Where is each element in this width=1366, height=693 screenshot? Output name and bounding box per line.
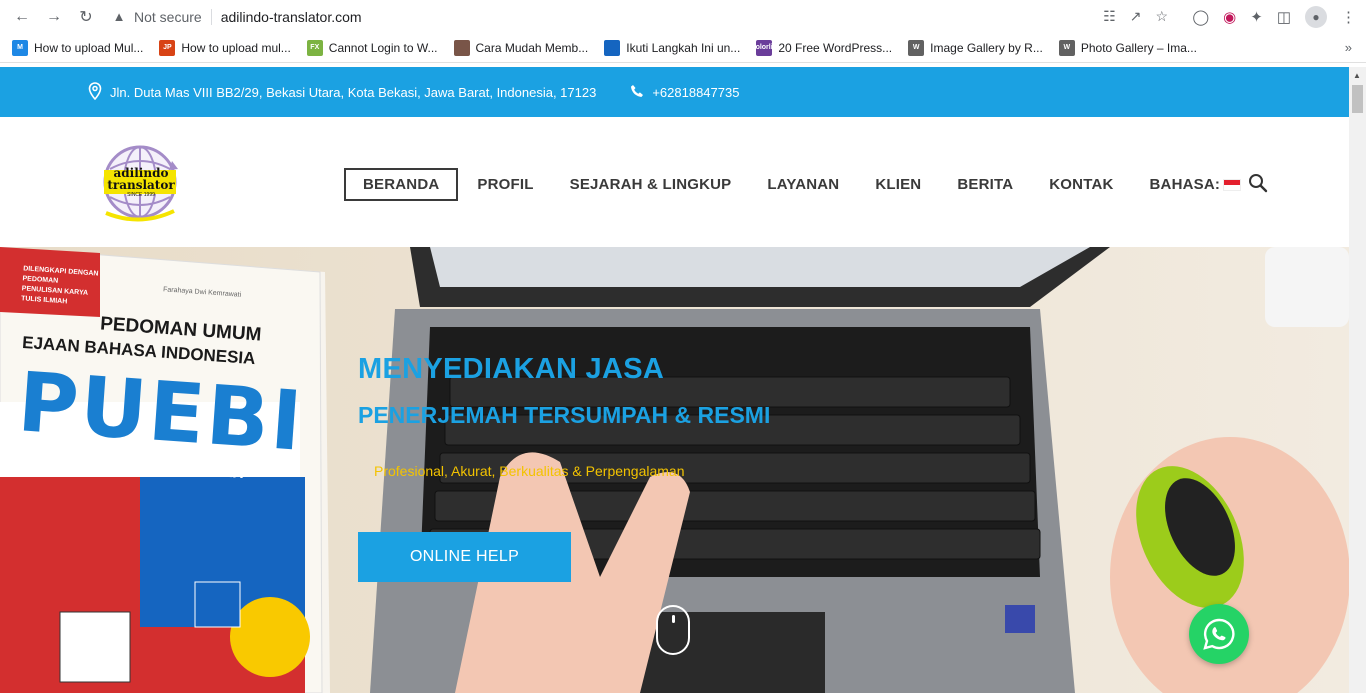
hero-tagline: Profesional, Akurat, Berkualitas & Perpe… (374, 463, 685, 479)
bookmark-label: Photo Gallery – Ima... (1080, 40, 1197, 55)
bookmarks-overflow-icon[interactable]: » (1345, 40, 1352, 55)
bookmark-item[interactable]: JP How to upload mul... (159, 39, 291, 56)
side-panel-icon[interactable]: ◫ (1277, 8, 1291, 26)
divider (210, 8, 212, 25)
indonesia-flag-icon (1223, 179, 1242, 192)
site-header: adilindo translator SINCE 1999 BERANDA P… (0, 117, 1349, 247)
globe-extension-icon[interactable]: ◯ (1192, 8, 1209, 26)
wordpress-favicon-icon: W (908, 39, 925, 56)
bookmark-label: Image Gallery by R... (930, 40, 1043, 55)
book-badge: DILENGKAPI DENGAN PEDOMAN PENULISAN KARY… (20, 265, 99, 306)
main-navigation: BERANDA PROFIL SEJARAH & LINGKUP LAYANAN… (344, 168, 1260, 201)
reload-icon[interactable]: ↻ (70, 1, 102, 33)
color-extension-icon[interactable]: ◉ (1223, 8, 1236, 26)
menu-kebab-icon[interactable]: ⋮ (1341, 8, 1356, 26)
contact-topbar: Jln. Duta Mas VIII BB2/29, Bekasi Utara,… (0, 67, 1349, 117)
share-icon[interactable]: ↗ (1130, 8, 1142, 25)
whatsapp-button[interactable] (1189, 604, 1249, 664)
nav-item-beranda[interactable]: BERANDA (344, 168, 459, 201)
bookmark-item[interactable]: FX Cannot Login to W... (306, 39, 438, 56)
phone-item[interactable]: +62818847735 (630, 84, 739, 101)
logo-text-translator: translator (107, 178, 175, 192)
location-pin-icon (88, 81, 102, 103)
nav-item-profil[interactable]: PROFIL (460, 170, 550, 199)
nav-item-layanan[interactable]: LAYANAN (750, 170, 856, 199)
page-viewport: Jln. Duta Mas VIII BB2/29, Bekasi Utara,… (0, 67, 1349, 693)
colorlib-favicon-icon: colorlib (752, 39, 777, 56)
bookmarks-bar: M How to upload Mul... JP How to upload mul… (0, 33, 1366, 63)
logo-text-since: SINCE 1999 (127, 192, 155, 198)
nav-item-bahasa[interactable]: BAHASA: (1133, 170, 1259, 199)
whatsapp-icon (1203, 618, 1235, 650)
nav-item-berita[interactable]: BERITA (940, 170, 1030, 199)
phone-text[interactable]: +62818847735 (652, 85, 739, 100)
fx-favicon-icon: FX (306, 39, 323, 56)
url-text[interactable]: adilindo-translator.com (221, 9, 362, 25)
scroll-thumb[interactable] (1352, 85, 1363, 113)
profile-avatar-icon[interactable]: ● (1305, 5, 1327, 28)
online-help-button[interactable]: ONLINE HELP (358, 532, 571, 582)
bookmark-label: 20 Free WordPress... (778, 40, 893, 55)
nav-item-klien[interactable]: KLIEN (858, 170, 938, 199)
security-status[interactable]: Not secure (134, 9, 202, 25)
address-item: Jln. Duta Mas VIII BB2/29, Bekasi Utara,… (88, 81, 597, 103)
scroll-down-mouse-icon[interactable] (656, 605, 690, 655)
bookmark-label: How to upload Mul... (34, 40, 144, 55)
warning-icon[interactable]: ▲ (108, 9, 130, 24)
hero-subtitle: PENERJEMAH TERSUMPAH & RESMI (358, 402, 771, 428)
bookmark-item[interactable]: W Image Gallery by R... (908, 39, 1043, 56)
hero-slider: MENYEDIAKAN JASA PENERJEMAH TERSUMPAH & … (0, 247, 1349, 693)
bookmark-item[interactable]: Cara Mudah Memb... (453, 39, 589, 56)
extensions-puzzle-icon[interactable]: ✦ (1250, 8, 1263, 26)
bookmark-item[interactable]: Ikuti Langkah Ini un... (604, 39, 741, 56)
bookmark-item[interactable]: colorlib 20 Free WordPress... (752, 39, 893, 56)
hero-title: MENYEDIAKAN JASA (358, 353, 665, 385)
m-favicon-icon: M (12, 39, 28, 56)
bookmark-label: Ikuti Langkah Ini un... (626, 40, 741, 55)
bookmark-label: Cannot Login to W... (328, 40, 438, 55)
phone-icon (630, 84, 644, 101)
page-scrollbar[interactable]: ▲ (1349, 67, 1366, 693)
wordpress-favicon-icon: W (1058, 39, 1075, 56)
address-text: Jln. Duta Mas VIII BB2/29, Bekasi Utara,… (110, 84, 597, 100)
bookmark-label: Cara Mudah Memb... (475, 40, 589, 55)
site-logo[interactable]: adilindo translator SINCE 1999 (102, 139, 180, 225)
bookmark-item[interactable]: W Photo Gallery – Ima... (1058, 39, 1197, 56)
back-icon[interactable]: ← (6, 1, 38, 33)
nav-item-kontak[interactable]: KONTAK (1032, 170, 1130, 199)
search-icon[interactable] (1248, 173, 1268, 193)
bookmark-star-icon[interactable]: ☆ (1155, 8, 1168, 25)
translate-icon[interactable]: ☷ (1103, 8, 1116, 25)
person-favicon-icon (453, 39, 470, 56)
browser-toolbar: ← → ↻ ▲ Not secure adilindo-translator.c… (0, 0, 1366, 33)
bahasa-label: BAHASA: (1149, 176, 1221, 193)
bookmark-label: How to upload mul... (181, 40, 291, 55)
chart-favicon-icon (604, 39, 621, 56)
address-bar[interactable]: ▲ Not secure adilindo-translator.com ☷ ↗… (108, 4, 1168, 29)
jp-favicon-icon: JP (159, 39, 176, 56)
forward-icon[interactable]: → (38, 1, 70, 33)
nav-item-sejarah-lingkup[interactable]: SEJARAH & LINGKUP (553, 170, 749, 199)
bookmark-item[interactable]: M How to upload Mul... (12, 39, 144, 56)
scroll-up-arrow-icon[interactable]: ▲ (1353, 71, 1361, 80)
